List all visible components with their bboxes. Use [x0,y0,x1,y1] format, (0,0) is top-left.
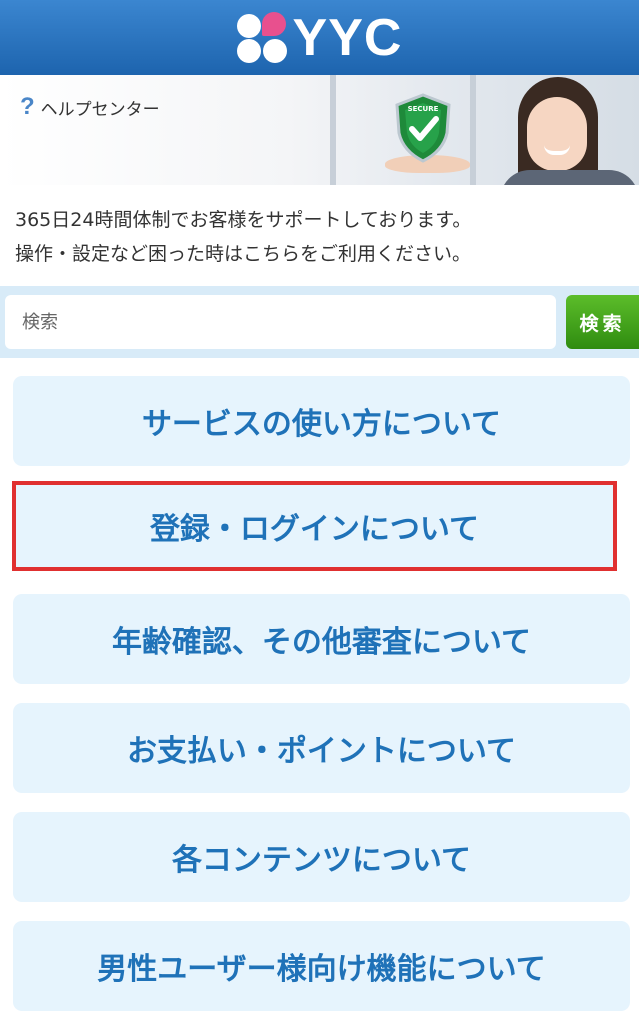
menu-item-male-user-features[interactable]: 男性ユーザー様向け機能について [13,921,630,1011]
search-bar: 検索 [0,286,639,358]
app-header: YYC [0,0,639,75]
secure-label: SECURE [408,105,439,113]
logo-text: YYC [292,8,403,67]
search-button[interactable]: 検索 [566,295,639,349]
intro-text: 365日24時間体制でお客様をサポートしております。 操作・設定など困った時はこ… [15,203,630,271]
menu-item-payment-points[interactable]: お支払い・ポイントについて [13,703,630,793]
secure-shield-icon: SECURE [395,93,451,163]
menu-item-contents[interactable]: 各コンテンツについて [13,812,630,902]
clover-logo-icon [236,11,289,64]
search-input[interactable] [5,295,556,349]
support-woman-body [500,170,639,185]
help-center-label: ヘルプセンター [40,99,160,120]
menu-item-age-verification[interactable]: 年齢確認、その他審査について [13,594,630,684]
intro-line-2: 操作・設定など困った時はこちらをご利用ください。 [15,243,472,265]
window-frame [330,75,336,185]
menu-item-registration-login[interactable]: 登録・ログインについて [12,481,617,571]
help-center-title: ? ヘルプセンター [20,93,160,121]
intro-line-1: 365日24時間体制でお客様をサポートしております。 [15,209,472,231]
support-woman-face [527,97,587,171]
help-center-banner: ? ヘルプセンター SECURE [0,75,639,185]
menu-item-service-usage[interactable]: サービスの使い方について [13,376,630,466]
window-frame [470,75,476,185]
yyc-logo[interactable]: YYC [236,8,403,67]
question-mark-icon: ? [20,93,35,120]
